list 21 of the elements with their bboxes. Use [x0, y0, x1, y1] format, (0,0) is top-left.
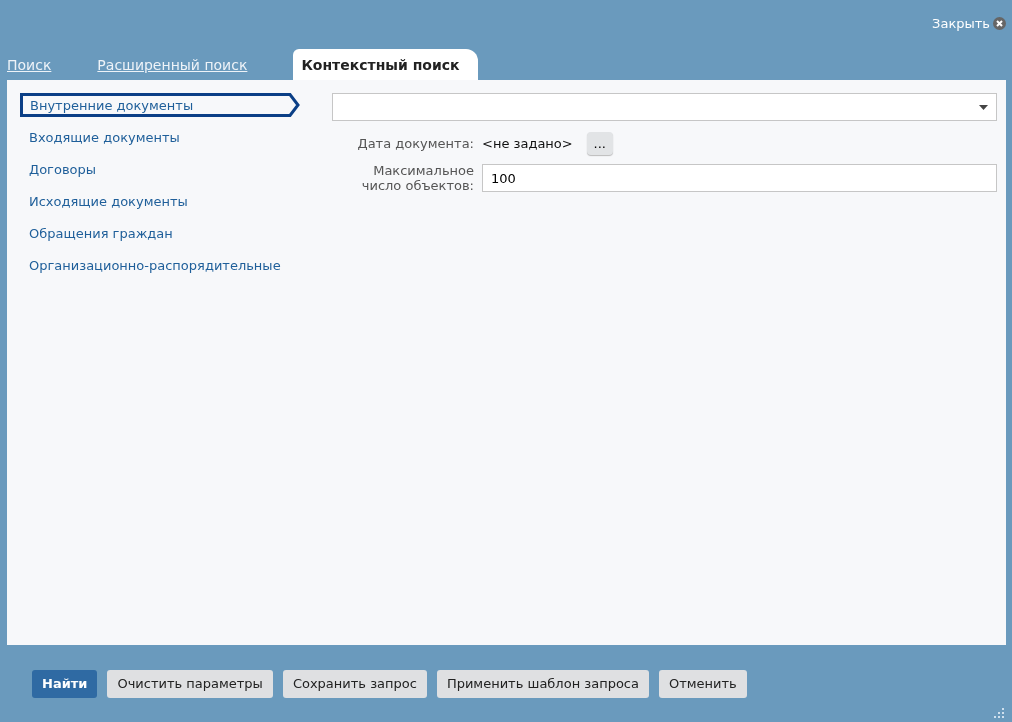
- close-icon: [993, 17, 1006, 30]
- caret-icon: [979, 104, 988, 110]
- sidebar-item[interactable]: Входящие документы: [20, 125, 300, 149]
- sidebar-item[interactable]: Внутренние документы: [20, 93, 300, 117]
- action-button[interactable]: Сохранить запрос: [282, 669, 427, 698]
- action-button[interactable]: Применить шаблон запроса: [436, 669, 649, 698]
- sidebar-item[interactable]: Организационно-распорядительные: [20, 253, 300, 277]
- sidebar-item[interactable]: Исходящие документы: [20, 189, 300, 213]
- field-label: Дата документа:: [356, 136, 474, 151]
- field-label: Максимальное число объектов:: [360, 163, 474, 193]
- action-button[interactable]: Найти: [32, 669, 98, 698]
- input-field[interactable]: 100: [482, 164, 997, 192]
- dropdown-field[interactable]: [332, 93, 997, 121]
- sidebar-item[interactable]: Договоры: [20, 157, 300, 181]
- tab[interactable]: Контекстный поиск: [293, 49, 478, 80]
- sidebar-item[interactable]: Обращения граждан: [20, 221, 300, 245]
- action-button[interactable]: Отменить: [658, 669, 747, 698]
- action-button[interactable]: Очистить параметры: [107, 669, 273, 698]
- resize-grip-icon: [994, 708, 1004, 718]
- date-value: <не задано>: [482, 136, 573, 151]
- picker-button[interactable]: ...: [586, 132, 613, 155]
